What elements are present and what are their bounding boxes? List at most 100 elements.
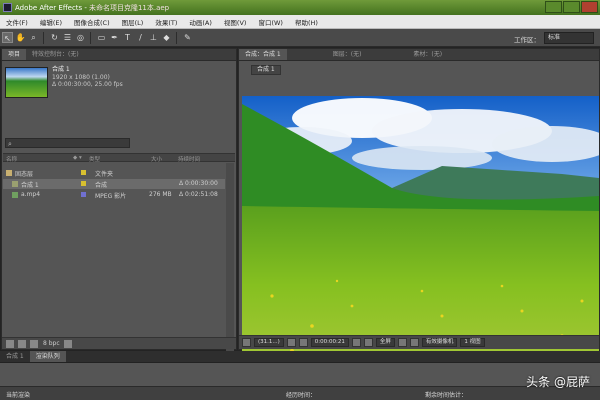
camera-tool-icon[interactable]: ☰ [62, 32, 73, 43]
maximize-button[interactable] [563, 1, 580, 13]
brush-tool-icon[interactable]: / [135, 32, 146, 43]
tab-footage[interactable]: 素材：(无) [407, 49, 448, 60]
minimize-button[interactable] [545, 1, 562, 13]
column-type[interactable]: 类型 [89, 155, 100, 163]
camera-view-select[interactable]: 有效摄像机 [421, 338, 458, 347]
interpret-footage-icon[interactable] [6, 339, 14, 348]
mask-visibility-icon[interactable] [298, 338, 308, 347]
trash-icon[interactable] [63, 339, 72, 348]
bpc-label[interactable]: 8 bpc [43, 340, 60, 347]
project-panel-footer: 8 bpc [2, 337, 236, 349]
project-row-comp1[interactable]: 合成 1 合成 Δ 0:00:30:00 [3, 179, 225, 189]
comp-info-dims: 1920 x 1080 (1.00) [52, 73, 110, 81]
rotate-tool-icon[interactable]: ↻ [49, 32, 60, 43]
resolution-select[interactable]: 全屏 [375, 338, 395, 347]
menu-composition[interactable]: 图像合成(C) [68, 17, 116, 27]
column-duration[interactable]: 持续时间 [178, 155, 200, 163]
workspace-select[interactable]: 标准 [544, 32, 594, 44]
workspace-label: 工作区： [514, 36, 540, 44]
view-layout-select[interactable]: 1 视图 [460, 338, 485, 347]
column-size[interactable]: 大小 [151, 155, 162, 163]
toolbar-divider [176, 31, 177, 44]
toolbar-divider [90, 31, 91, 44]
row-duration: Δ 0:00:30:00 [179, 180, 218, 187]
close-button[interactable] [581, 1, 598, 13]
elapsed-time-label: 经历时间： [286, 392, 317, 399]
after-effects-app-icon [3, 3, 12, 12]
snapshot-icon[interactable] [351, 338, 361, 347]
row-size: 276 MB [149, 191, 172, 198]
viewer-tabs: 合成：合成 1 图层：(无) 素材：(无) [239, 49, 599, 61]
label-color-swatch[interactable] [81, 170, 86, 175]
footage-file-icon [12, 192, 18, 198]
project-panel: 项目 特效控制台：(无) 合成 1 1920 x 1080 (1.00) Δ 0… [1, 48, 237, 385]
menu-edit[interactable]: 编辑(E) [34, 17, 68, 27]
menu-file[interactable]: 文件(F) [0, 17, 34, 27]
menu-help[interactable]: 帮助(H) [289, 17, 324, 27]
tab-project[interactable]: 项目 [2, 49, 27, 60]
menu-animation[interactable]: 动画(A) [183, 17, 218, 27]
new-composition-icon[interactable] [30, 339, 38, 348]
menu-layer[interactable]: 图层(L) [116, 17, 150, 27]
mask-tool-icon[interactable]: ▭ [96, 32, 107, 43]
tab-layer[interactable]: 图层：(无) [327, 49, 368, 60]
column-name[interactable]: 名称 [6, 155, 17, 163]
arrow-tool-icon[interactable]: ↖ [2, 32, 13, 43]
label-column-icon[interactable]: ◆ ▾ [73, 155, 82, 161]
current-render-label: 当前渲染 [6, 392, 31, 399]
hand-tool-icon[interactable]: ✋ [15, 32, 26, 43]
transparency-grid-icon[interactable] [409, 338, 419, 347]
menu-bar: 文件(F) 编辑(E) 图像合成(C) 图层(L) 效果(T) 动画(A) 视图… [0, 15, 600, 29]
row-name: 固态层 [15, 171, 34, 178]
row-type: 文件夹 [95, 171, 114, 178]
project-column-header: 名称 ◆ ▾ 类型 大小 持续时间 [3, 153, 235, 163]
menu-effect[interactable]: 效果(T) [149, 17, 183, 27]
tab-effect-controls[interactable]: 特效控制台：(无) [26, 49, 85, 60]
current-time-display[interactable]: 0:00:00:21 [310, 338, 349, 347]
zoom-tool-icon[interactable]: ⌕ [28, 32, 39, 43]
safe-zones-icon[interactable] [286, 338, 296, 347]
project-search-input[interactable]: ⌕ [5, 138, 130, 148]
clone-tool-icon[interactable]: ⊥ [148, 32, 159, 43]
eraser-tool-icon[interactable]: ◆ [161, 32, 172, 43]
app-title: Adobe After Effects - [15, 3, 87, 12]
watermark-text: 头条 @屁萨 [526, 375, 590, 389]
project-panel-tabs: 项目 特效控制台：(无) [2, 49, 236, 61]
comp-info-duration: Δ 0:00:30:00, 25.00 fps [52, 81, 123, 88]
row-type: MPEG 影片 [95, 193, 127, 200]
composition-viewer[interactable] [242, 96, 599, 365]
landscape-preview-image [242, 96, 599, 365]
label-color-swatch[interactable] [81, 192, 86, 197]
region-of-interest-icon[interactable] [397, 338, 407, 347]
tab-render-queue[interactable]: 渲染队列 [29, 351, 66, 362]
tab-composition[interactable]: 合成：合成 1 [239, 49, 287, 60]
timeline-tabs: 合成 1 渲染队列 [0, 351, 600, 363]
project-row-solids[interactable]: 固态层 文件夹 [3, 168, 225, 178]
magnification-select[interactable]: (31.1...) [254, 338, 284, 347]
toolbar-divider [43, 31, 44, 44]
menu-view[interactable]: 视图(V) [218, 17, 253, 27]
row-duration: Δ 0:02:51:08 [179, 191, 218, 198]
tab-timeline-comp1[interactable]: 合成 1 [0, 351, 30, 362]
search-icon: ⌕ [8, 140, 12, 148]
new-folder-icon[interactable] [18, 339, 26, 348]
composition-icon [12, 181, 18, 187]
menu-window[interactable]: 窗口(W) [252, 17, 289, 27]
timeline-panel: 合成 1 渲染队列 当前渲染 经历时间： 剩余时间估计： [0, 351, 600, 400]
pan-behind-tool-icon[interactable]: ◎ [75, 32, 86, 43]
composition-flow-tab[interactable]: 合成 1 [251, 65, 281, 75]
row-type: 合成 [95, 182, 108, 189]
type-tool-icon[interactable]: T [122, 32, 133, 43]
pen-tool-icon[interactable]: ✒ [109, 32, 120, 43]
always-preview-icon[interactable] [242, 338, 251, 347]
composition-thumbnail [5, 67, 48, 98]
project-file-name: 未命名项目克隆11本.aep [88, 3, 170, 12]
comp-info-name: 合成 1 [52, 66, 70, 73]
show-channel-icon[interactable] [363, 338, 373, 347]
project-row-a-mp4[interactable]: a.mp4 MPEG 影片 276 MB Δ 0:02:51:08 [3, 190, 225, 200]
composition-panel: 合成：合成 1 图层：(无) 素材：(无) 合成 1 (31.1...) 0:0… [238, 48, 600, 365]
roto-tool-icon[interactable]: ✎ [182, 32, 193, 43]
tools-toolbar: ↖ ✋ ⌕ ↻ ☰ ◎ ▭ ✒ T / ⊥ ◆ ✎ 工作区： 标准 [0, 29, 600, 47]
composition-footer: (31.1...) 0:00:00:21 全屏 有效摄像机 1 视图 [239, 335, 599, 349]
label-color-swatch[interactable] [81, 181, 86, 186]
